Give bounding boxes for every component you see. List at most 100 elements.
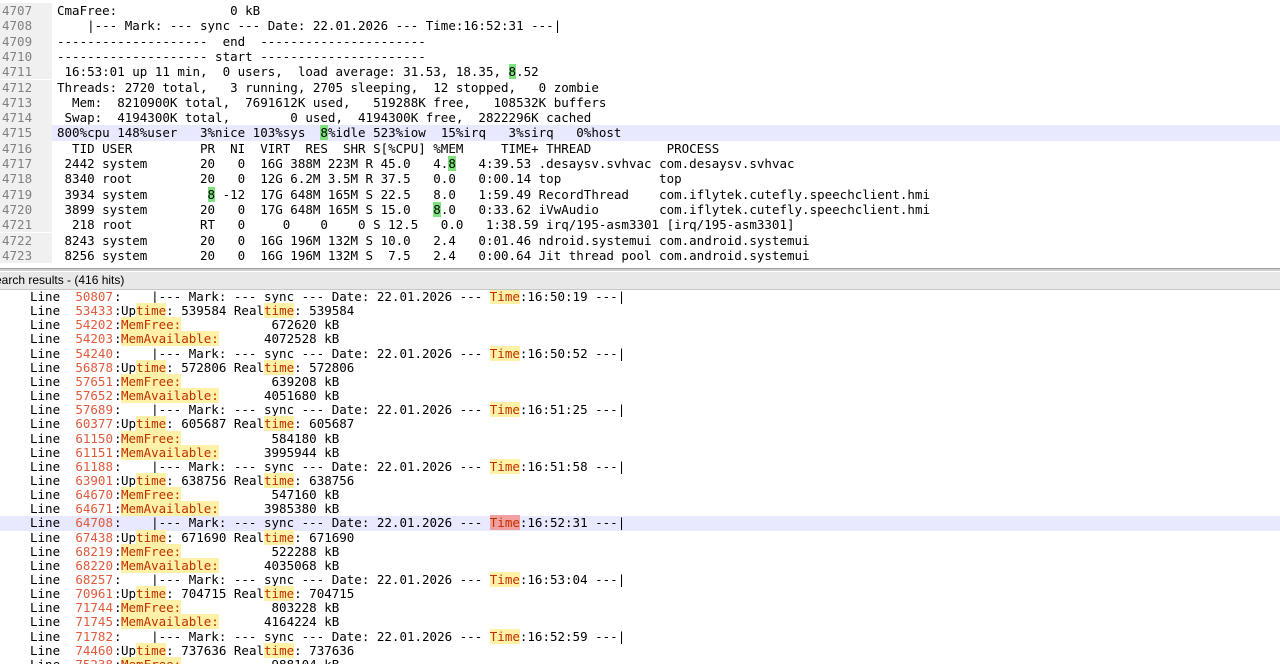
search-result-row[interactable]: Line 61151: MemAvailable: 3995944 kB [0, 444, 1280, 460]
search-result-row[interactable]: Line 57689: |--- Mark: --- sync --- Date:… [0, 402, 1280, 418]
search-results-header[interactable]: earch results - (416 hits) [0, 272, 1280, 290]
result-line-number: 56878 [75, 359, 113, 375]
search-result-row[interactable]: Line 57651: MemFree: 639208 kB [0, 373, 1280, 389]
result-text: MemAvailable: 4035068 kB [121, 557, 339, 573]
match-highlight: time [264, 303, 295, 319]
result-text: MemAvailable: 4072528 kB [121, 331, 339, 347]
result-line-label: Line [30, 331, 61, 347]
result-text-segment: : 704715 Real [166, 586, 265, 602]
line-text: Threads: 2720 total, 3 running, 2705 sle… [57, 80, 599, 95]
match-highlight: MemAvailable: [121, 388, 219, 404]
editor-line[interactable]: 4710 -------------------- start ---------… [0, 48, 1280, 65]
line-text: Swap: 4194300K total, 0 used, 4194300K f… [57, 110, 592, 125]
search-result-row[interactable]: Line 68257: |--- Mark: --- sync --- Date:… [0, 572, 1280, 587]
result-line-number: 57689 [75, 402, 113, 418]
search-result-row[interactable]: Line 67438: Uptime: 671690 Realtime: 67169… [0, 529, 1280, 545]
search-result-row[interactable]: Line 68219: MemFree: 522288 kB [0, 543, 1280, 559]
editor-line[interactable]: 4713 Mem: 8210900K total, 7691612K used,… [0, 94, 1280, 111]
editor-pane[interactable]: 4707 CmaFree: 0 kB 4708 |--- Mark: --- syn… [0, 0, 1280, 268]
result-text-segment: 522288 kB [181, 543, 340, 559]
editor-line[interactable]: 4712 Threads: 2720 total, 3 running, 2705… [0, 79, 1280, 95]
search-result-row[interactable]: Line 54240: |--- Mark: --- sync --- Date:… [0, 345, 1280, 361]
editor-line[interactable]: 4722 8243 system 20 0 16G 196M 132M S 10… [0, 232, 1280, 248]
search-result-row[interactable]: Line 54202: MemFree: 672620 kB [0, 317, 1280, 333]
search-result-row[interactable]: Line 50807: |--- Mark: --- sync --- Date:… [0, 290, 1280, 304]
result-text: MemFree: 803228 kB [121, 600, 339, 616]
result-line-label: Line [30, 402, 61, 418]
result-text: |--- Mark: --- sync --- Date: 22.01.2026… [121, 628, 625, 644]
editor-line[interactable]: 4716 TID USER PR NI VIRT RES SHR S[%CPU]… [0, 140, 1280, 156]
search-result-row[interactable]: Line 64708: |--- Mark: --- sync --- Date:… [0, 515, 1280, 531]
result-text-segment: 3995944 kB [218, 444, 340, 460]
result-line-number: 74460 [75, 642, 113, 658]
match-highlight: 8 [508, 64, 517, 80]
line-number: 4713 [0, 94, 52, 111]
search-result-row[interactable]: Line 71745: MemAvailable: 4164224 kB [0, 614, 1280, 630]
result-line-number: 71744 [75, 600, 113, 616]
result-line-number: 67438 [75, 529, 113, 545]
search-result-row[interactable]: Line 64671: MemAvailable: 3985380 kB [0, 501, 1280, 517]
line-number: 4711 [0, 64, 52, 80]
result-text-segment: 988104 kB [181, 657, 340, 664]
search-result-row[interactable]: Line 74460: Uptime: 737636 Realtime: 73763… [0, 642, 1280, 658]
editor-line[interactable]: 4721 218 root RT 0 0 0 0 S 12.5 0.0 1:38… [0, 217, 1280, 233]
result-text: Uptime: 671690 Realtime: 671690 [121, 529, 354, 545]
result-text-segment: : 671690 Real [166, 529, 265, 545]
result-line-number: 57652 [75, 388, 113, 404]
search-result-row[interactable]: Line 71744: MemFree: 803228 kB [0, 600, 1280, 616]
pane-splitter[interactable] [0, 268, 1280, 271]
result-line-label: Line [30, 317, 61, 333]
match-highlight: time [136, 586, 167, 602]
editor-line[interactable]: 4715 800%cpu 148%user 3%nice 103%sys 8%id… [0, 125, 1280, 141]
result-text-segment: |--- Mark: --- sync --- Date: 22.01.2026… [121, 628, 490, 644]
editor-line[interactable]: 4723 8256 system 20 0 16G 196M 132M S 7.… [0, 247, 1280, 264]
editor-line[interactable]: 4708 |--- Mark: --- sync --- Date: 22.01… [0, 18, 1280, 34]
result-text-segment: : 572806 [294, 359, 355, 375]
result-text-segment: :16:52:31 ---| [519, 515, 626, 531]
editor-line[interactable]: 4720 3899 system 20 0 17G 648M 165M S 15… [0, 201, 1280, 218]
search-result-row[interactable]: Line 61188: |--- Mark: --- sync --- Date:… [0, 458, 1280, 474]
result-line-label: Line [30, 529, 61, 545]
result-line-label: Line [30, 303, 61, 319]
match-highlight: time [136, 416, 167, 432]
line-text-segment: 8256 system 20 0 16G 196M 132M S 7.5 2.4… [57, 247, 810, 263]
result-line-number: 57651 [75, 373, 113, 389]
result-line-number: 75238 [63, 657, 113, 664]
editor-line[interactable]: 4717 2442 system 20 0 16G 388M 223M R 45… [0, 156, 1280, 172]
result-line-label: Line [30, 600, 61, 616]
result-line-label: Line [30, 458, 61, 474]
line-text-segment: .52 [516, 64, 539, 80]
result-text-segment: : 539584 [294, 303, 355, 319]
search-result-row[interactable]: Line 60377: Uptime: 605687 Realtime: 60568… [0, 416, 1280, 432]
result-line-number: 68220 [75, 557, 113, 573]
line-text-segment: -------------------- start -------------… [57, 48, 426, 64]
search-results-pane[interactable]: Line 50807: |--- Mark: --- sync --- Date:… [0, 290, 1280, 664]
editor-line[interactable]: 4718 8340 root 20 0 12G 6.2M 3.5M R 37.5… [0, 171, 1280, 187]
match-highlight: MemFree: [121, 543, 182, 559]
line-text-segment: 8340 root 20 0 12G 6.2M 3.5M R 37.5 0.0 … [57, 171, 682, 187]
search-result-row[interactable]: Line 53433: Uptime: 539584 Realtime: 53958… [0, 303, 1280, 319]
search-result-row[interactable]: Line 63901: Uptime: 638756 Realtime: 63875… [0, 472, 1280, 488]
search-result-row[interactable]: Line 68220: MemAvailable: 4035068 kB [0, 557, 1280, 573]
editor-line[interactable]: 4711 16:53:01 up 11 min, 0 users, load a… [0, 64, 1280, 80]
search-result-row[interactable]: Line 54203: MemAvailable: 4072528 kB [0, 331, 1280, 347]
editor-line[interactable]: 4707 CmaFree: 0 kB [0, 3, 1280, 19]
result-text-segment: 4164224 kB [218, 614, 340, 630]
editor-line[interactable]: 4719 3934 system 8 -12 17G 648M 165M S 2… [0, 186, 1280, 202]
search-result-row[interactable]: Line 70961: Uptime: 704715 Realtime: 70471… [0, 586, 1280, 602]
result-line-label: Line [30, 290, 61, 304]
result-text-segment: :16:50:52 ---| [519, 345, 626, 361]
editor-line[interactable]: 4709 -------------------- end -----------… [0, 33, 1280, 49]
result-line-number: 64708 [75, 515, 113, 531]
result-text: Uptime: 704715 Realtime: 704715 [121, 586, 354, 602]
search-result-row[interactable]: Line 61150: MemFree: 584180 kB [0, 430, 1280, 446]
search-result-row[interactable]: Line 56878: Uptime: 572806 Realtime: 57280… [0, 359, 1280, 375]
editor-line[interactable]: 4714 Swap: 4194300K total, 0 used, 41943… [0, 110, 1280, 126]
result-text-segment: 4051680 kB [218, 388, 340, 404]
search-result-row[interactable]: Line 64670: MemFree: 547160 kB [0, 487, 1280, 503]
search-result-row[interactable]: Line 71782: |--- Mark: --- sync --- Date:… [0, 628, 1280, 644]
result-line-label: Line [30, 359, 61, 375]
search-result-row[interactable]: Line 57652: MemAvailable: 4051680 kB [0, 388, 1280, 404]
search-result-row[interactable]: Line75238:MemFree: 988104 kB [0, 656, 1280, 664]
result-text: MemFree: 547160 kB [121, 487, 339, 503]
